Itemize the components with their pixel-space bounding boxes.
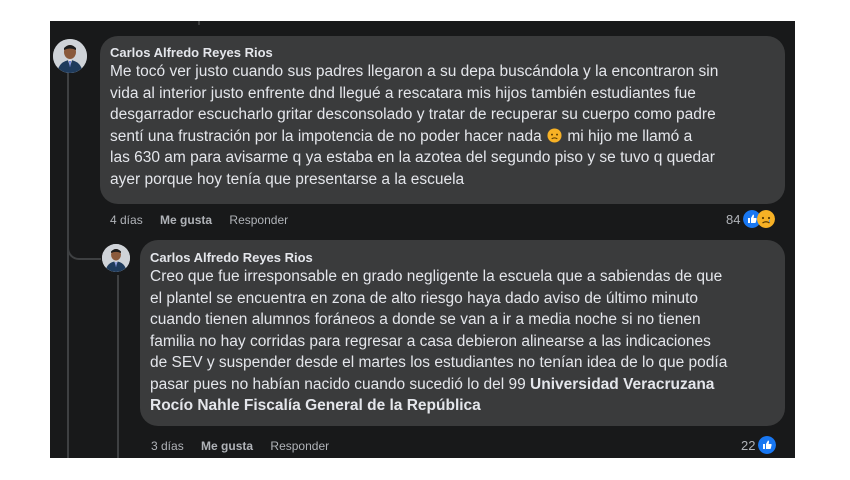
like-reaction-icon: [758, 436, 777, 454]
sad-reaction-icon: [757, 210, 776, 228]
reaction-count: 84: [726, 211, 741, 227]
comment-text-line: pasar pues no habían nacido cuando suced…: [150, 374, 773, 396]
reply-button[interactable]: Responder: [229, 213, 288, 227]
comment-text-line: ayer porque hoy tenía que presentarse a …: [110, 170, 465, 188]
like-button[interactable]: Me gusta: [201, 439, 253, 453]
reaction-summary[interactable]: 22: [741, 436, 777, 454]
like-button[interactable]: Me gusta: [160, 213, 212, 227]
comment-author[interactable]: Carlos Alfredo Reyes Rios: [150, 249, 773, 266]
comment-text-line: de SEV y suspender desde el martes los e…: [150, 354, 728, 371]
comment-text-line: Rocío Nahle Fiscalía General de la Repúb…: [150, 395, 773, 417]
avatar[interactable]: [102, 244, 130, 272]
comment-text-line: familia no hay corridas para regresar a …: [150, 332, 711, 350]
comment-time[interactable]: 3 días: [151, 439, 184, 453]
comment-actions: 3 días Me gusta Responder: [151, 438, 343, 454]
comment-text-segment: pasar pues no habían nacido cuando suced…: [150, 375, 531, 393]
reaction-count: 22: [741, 437, 756, 453]
comment-text-line: desgarrador escucharlo gritar desconsola…: [110, 106, 716, 123]
mention-link[interactable]: Rocío Nahle: [150, 397, 240, 414]
reaction-summary[interactable]: 84: [726, 210, 776, 228]
comment-text-line: sentí una frustración por la impotencia …: [110, 126, 773, 148]
comment-actions: 4 días Me gusta Responder: [110, 212, 302, 228]
comment-author[interactable]: Carlos Alfredo Reyes Rios: [110, 44, 773, 61]
comment-text-line: el plantel se encuentra en zona de alto …: [150, 289, 699, 307]
comment-text-line: vida al interior justo enfrente dnd lleg…: [110, 84, 696, 102]
mention-link[interactable]: Fiscalía General de la República: [244, 397, 481, 414]
comment-text-line: las 630 am para avisarme q ya estaba en …: [110, 149, 715, 166]
mention-link[interactable]: Universidad Veracruzana: [530, 376, 714, 393]
comment-thread: Carlos Alfredo Reyes Rios Me tocó ver ju…: [50, 21, 795, 458]
avatar[interactable]: [53, 39, 87, 73]
comment-text-segment: sentí una frustración por la impotencia …: [110, 127, 542, 145]
comment-text-segment: mi hijo me llamó a: [563, 127, 693, 145]
comment-text-line: cuando tienen alumnos foráneos a donde s…: [150, 311, 701, 328]
thread-line: [67, 71, 69, 458]
thread-stub: [198, 21, 206, 25]
comment-text-line: Creo que fue irresponsable en grado negl…: [150, 268, 723, 285]
comment-time[interactable]: 4 días: [110, 213, 143, 227]
reply-button[interactable]: Responder: [270, 439, 329, 453]
reply-thread-line: [117, 275, 119, 458]
reply-connector: [67, 238, 101, 260]
comment-bubble: Carlos Alfredo Reyes Rios Creo que fue i…: [140, 240, 785, 426]
comment-bubble: Carlos Alfredo Reyes Rios Me tocó ver ju…: [100, 36, 785, 204]
comment-text-line: Me tocó ver justo cuando sus padres lleg…: [110, 63, 719, 80]
sad-face-emoji-icon: [547, 127, 562, 143]
